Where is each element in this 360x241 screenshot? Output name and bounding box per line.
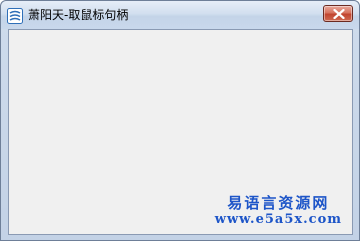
title-bar[interactable]: 萧阳天-取鼠标句柄 — [1, 1, 359, 29]
close-icon — [333, 9, 345, 19]
main-window: 萧阳天-取鼠标句柄 易语言资源网 www.e5a5x.com — [0, 0, 360, 241]
app-icon[interactable] — [7, 8, 23, 24]
window-title: 萧阳天-取鼠标句柄 — [28, 8, 129, 22]
watermark: 易语言资源网 www.e5a5x.com — [215, 194, 342, 228]
watermark-url: www.e5a5x.com — [214, 212, 342, 227]
client-area: 易语言资源网 www.e5a5x.com — [8, 29, 353, 235]
close-button[interactable] — [323, 5, 353, 22]
watermark-site-name: 易语言资源网 — [227, 194, 330, 212]
